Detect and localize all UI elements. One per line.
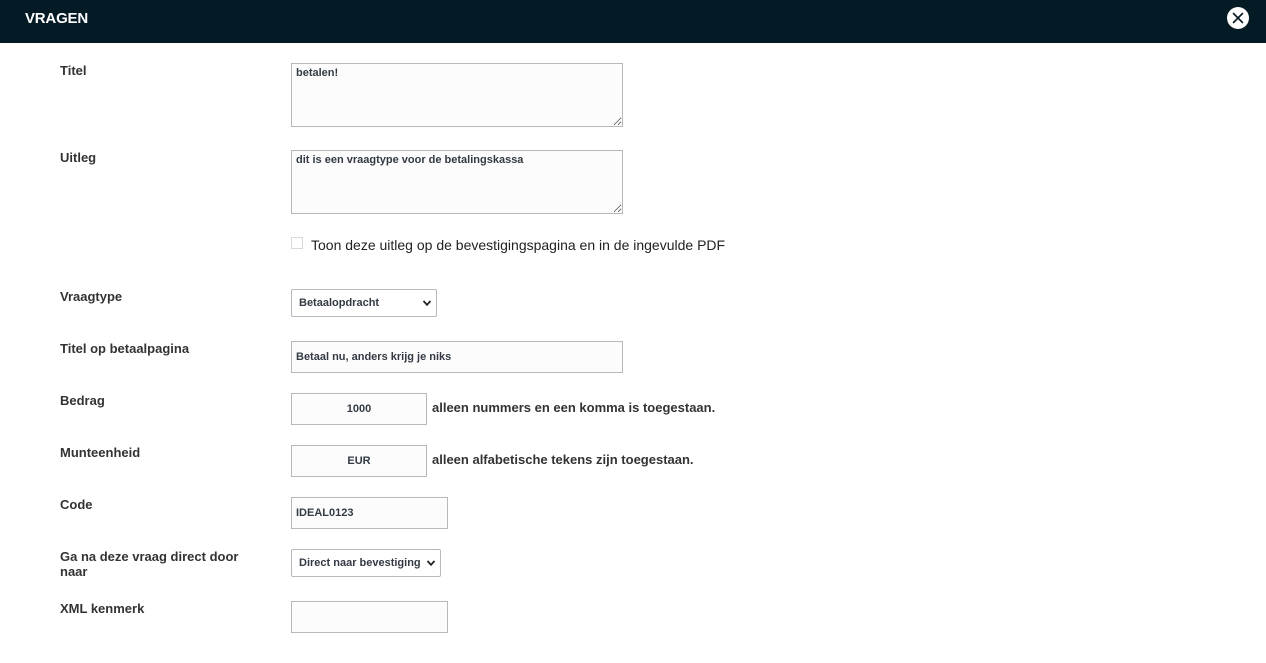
- titel-label: Titel: [60, 63, 87, 78]
- modal-header: VRAGEN: [0, 0, 1266, 43]
- code-label: Code: [60, 497, 93, 512]
- vraagtype-label: Vraagtype: [60, 289, 123, 304]
- bedrag-hint: alleen nummers en een komma is toegestaa…: [432, 400, 716, 415]
- uitleg-label: Uitleg: [60, 150, 97, 165]
- modal-title: VRAGEN: [25, 10, 88, 27]
- close-icon: [1232, 12, 1244, 24]
- vraagtype-selected-value: Betaalopdracht: [299, 297, 380, 309]
- bedrag-label: Bedrag: [60, 393, 105, 408]
- titel-textarea[interactable]: betalen!: [291, 63, 623, 127]
- munteenheid-label: Munteenheid: [60, 445, 141, 460]
- titel-betaalpagina-input[interactable]: Betaal nu, anders krijg je niks: [291, 341, 623, 373]
- doorgaan-selected-value: Direct naar bevestiging: [299, 557, 421, 569]
- chevron-down-icon: [422, 300, 432, 307]
- doorgaan-label: Ga na deze vraag direct door naar: [60, 549, 239, 579]
- xml-kenmerk-label: XML kenmerk: [60, 601, 145, 616]
- chevron-down-icon: [426, 560, 436, 567]
- doorgaan-select[interactable]: Direct naar bevestiging: [291, 549, 441, 577]
- titel-betaalpagina-label: Titel op betaalpagina: [60, 341, 190, 356]
- xml-kenmerk-input[interactable]: [291, 601, 448, 633]
- close-button[interactable]: [1227, 7, 1249, 29]
- toon-uitleg-checkbox[interactable]: [291, 237, 303, 249]
- vraagtype-select[interactable]: Betaalopdracht: [291, 289, 437, 317]
- munteenheid-input[interactable]: EUR: [291, 445, 427, 477]
- bedrag-input[interactable]: 1000: [291, 393, 427, 425]
- uitleg-textarea[interactable]: dit is een vraagtype voor de betalingska…: [291, 150, 623, 214]
- toon-uitleg-label: Toon deze uitleg op de bevestigingspagin…: [311, 237, 726, 253]
- munteenheid-hint: alleen alfabetische tekens zijn toegesta…: [432, 452, 694, 467]
- code-input[interactable]: IDEAL0123: [291, 497, 448, 529]
